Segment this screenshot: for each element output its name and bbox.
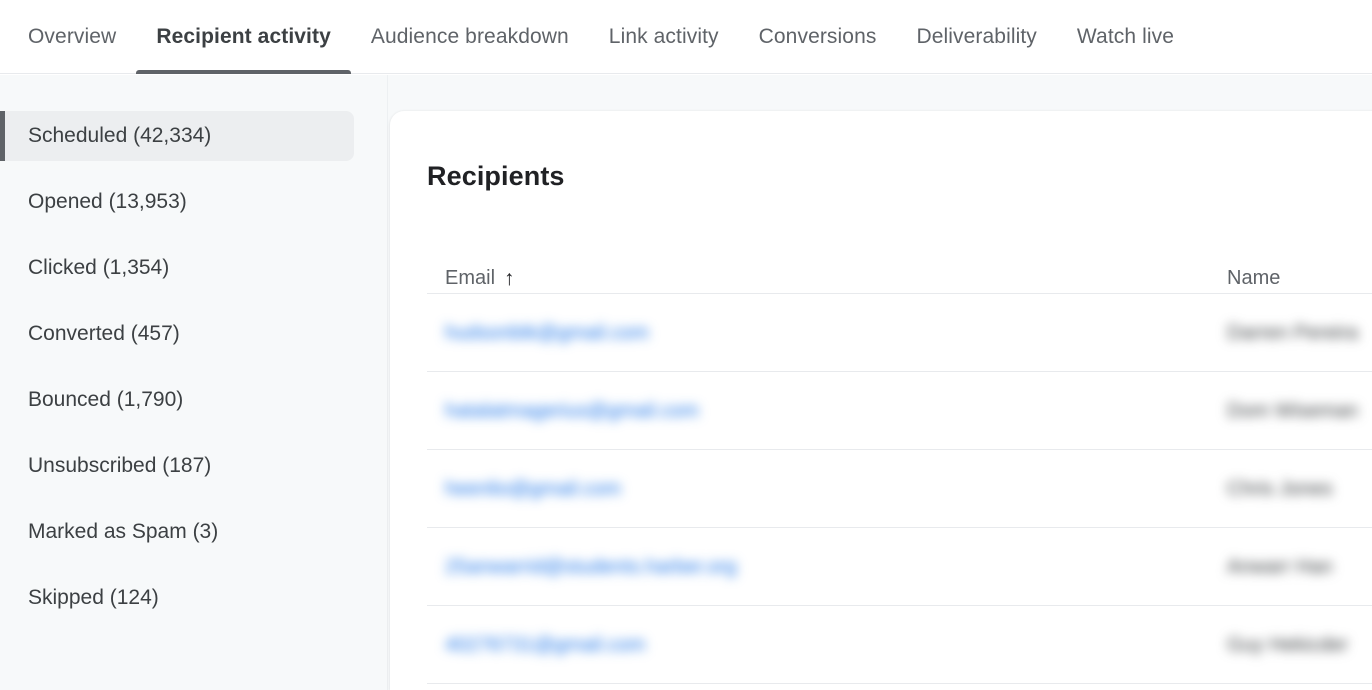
sidebar-item-bounced[interactable]: Bounced (1,790)	[0, 375, 354, 425]
tab-label: Conversions	[758, 25, 877, 48]
cell-email: 40276731@gmail.com	[445, 634, 1227, 657]
cell-name: Chris Jones	[1227, 478, 1363, 501]
campaign-report-page: Overview Recipient activity Audience bre…	[0, 0, 1372, 690]
table-row[interactable]: hatalatmagerius@gmail.com Dom Wiseman	[390, 372, 1372, 450]
sidebar-item-label: Converted (457)	[28, 322, 180, 345]
cell-email: hudsonbtk@gmail.com	[445, 322, 1227, 345]
sidebar-item-label: Opened (13,953)	[28, 190, 187, 213]
tab-link-activity[interactable]: Link activity	[589, 0, 739, 74]
cell-name: Guy Hekicder	[1227, 634, 1363, 657]
tab-label: Link activity	[608, 25, 719, 48]
sidebar-item-scheduled[interactable]: Scheduled (42,334)	[0, 111, 354, 161]
recipient-name: Dom Wiseman	[1227, 399, 1359, 422]
tab-overview[interactable]: Overview	[8, 0, 136, 74]
row-divider	[427, 683, 1372, 684]
table-header-row: Email ↑ Name	[390, 241, 1372, 294]
tab-deliverability[interactable]: Deliverability	[896, 0, 1056, 74]
recipient-email-link[interactable]: heenlio@gmail.com	[445, 478, 621, 501]
sidebar-item-skipped[interactable]: Skipped (124)	[0, 573, 354, 623]
sidebar-item-label: Clicked (1,354)	[28, 256, 170, 279]
table-row[interactable]: 40276731@gmail.com Guy Hekicder	[390, 606, 1372, 684]
column-header-label: Name	[1227, 267, 1281, 289]
sidebar-item-label: Scheduled (42,334)	[28, 124, 212, 147]
sidebar-item-opened[interactable]: Opened (13,953)	[0, 177, 354, 227]
tab-label: Overview	[28, 25, 117, 48]
recipient-email-link[interactable]: hatalatmagerius@gmail.com	[445, 400, 699, 423]
sidebar-item-converted[interactable]: Converted (457)	[0, 309, 354, 359]
sidebar-item-marked-as-spam[interactable]: Marked as Spam (3)	[0, 507, 354, 557]
tab-conversions[interactable]: Conversions	[739, 0, 897, 74]
sidebar-item-unsubscribed[interactable]: Unsubscribed (187)	[0, 441, 354, 491]
sidebar-item-label: Marked as Spam (3)	[28, 520, 219, 543]
table-row[interactable]: 25anwarrid@students.harber.org Anwarr Ha…	[390, 528, 1372, 606]
table-row[interactable]: hudsonbtk@gmail.com Darren Pereira	[390, 294, 1372, 372]
column-header-label: Email	[445, 267, 496, 289]
table-row[interactable]: heenlio@gmail.com Chris Jones	[390, 450, 1372, 528]
recipient-email-link[interactable]: 40276731@gmail.com	[445, 634, 645, 657]
report-tab-bar: Overview Recipient activity Audience bre…	[0, 0, 1372, 74]
tab-label: Audience breakdown	[370, 25, 569, 48]
sidebar-item-label: Unsubscribed (187)	[28, 454, 212, 477]
cell-email: hatalatmagerius@gmail.com	[445, 400, 1227, 423]
sidebar-item-label: Bounced (1,790)	[28, 388, 184, 411]
report-body: Scheduled (42,334) Opened (13,953) Click…	[0, 75, 1372, 690]
recipient-email-link[interactable]: 25anwarrid@students.harber.org	[445, 556, 737, 579]
recipient-name: Anwarr Han	[1227, 555, 1333, 578]
column-header-name[interactable]: Name	[1227, 267, 1363, 290]
cell-name: Darren Pereira	[1227, 322, 1363, 345]
cell-email: heenlio@gmail.com	[445, 478, 1227, 501]
tab-audience-breakdown[interactable]: Audience breakdown	[351, 0, 589, 74]
recipients-card: Recipients Email ↑ Name hudsonbtk@gmail.…	[390, 111, 1372, 690]
tab-watch-live[interactable]: Watch live	[1057, 0, 1194, 74]
column-header-email[interactable]: Email ↑	[445, 267, 1227, 290]
cell-name: Anwarr Han	[1227, 556, 1363, 579]
tab-recipient-activity[interactable]: Recipient activity	[136, 0, 351, 74]
arrow-up-icon: ↑	[504, 267, 515, 290]
activity-filter-sidebar: Scheduled (42,334) Opened (13,953) Click…	[0, 75, 388, 690]
recipient-name: Guy Hekicder	[1227, 633, 1349, 656]
tab-label: Recipient activity	[156, 25, 331, 48]
recipient-name: Chris Jones	[1227, 477, 1333, 500]
cell-email: 25anwarrid@students.harber.org	[445, 556, 1227, 579]
recipient-email-link[interactable]: hudsonbtk@gmail.com	[445, 322, 649, 345]
tab-label: Deliverability	[916, 25, 1037, 48]
cell-name: Dom Wiseman	[1227, 400, 1363, 423]
tab-label: Watch live	[1076, 25, 1174, 48]
recipient-name: Darren Pereira	[1227, 321, 1359, 344]
page-title: Recipients	[427, 161, 565, 191]
sidebar-item-label: Skipped (124)	[28, 586, 159, 609]
recipients-table: Email ↑ Name hudsonbtk@gmail.com Darren …	[390, 241, 1372, 684]
sidebar-item-clicked[interactable]: Clicked (1,354)	[0, 243, 354, 293]
